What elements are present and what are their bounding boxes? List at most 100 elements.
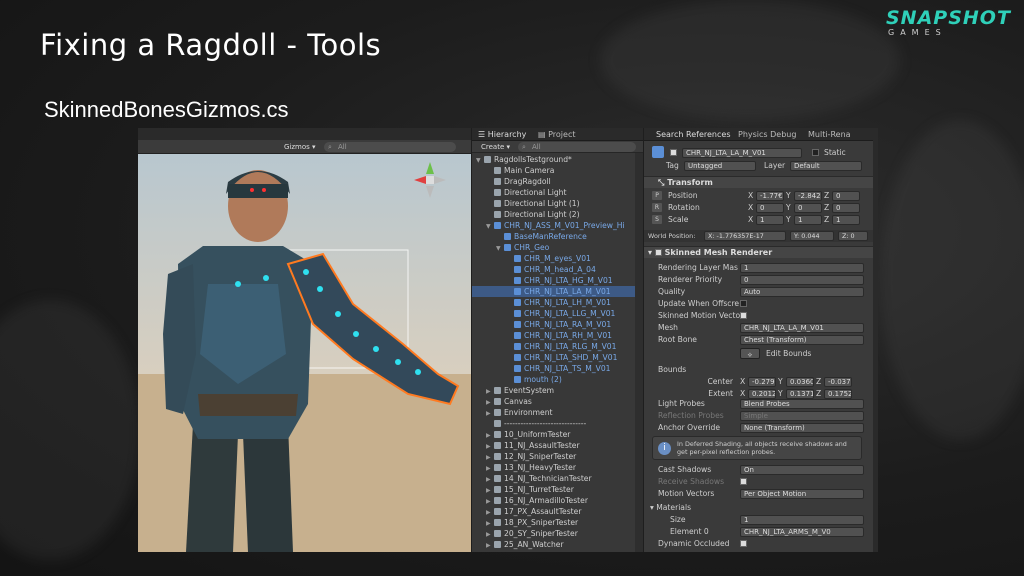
chevron-down-icon[interactable]: ▼ (486, 221, 494, 231)
hierarchy-item[interactable]: ▶ 20_SY_SniperTester (472, 528, 643, 539)
transform-position-y-field[interactable]: -2.842 (794, 191, 822, 201)
position-reset-icon[interactable]: P (652, 191, 662, 200)
chevron-right-icon[interactable]: ▶ (486, 485, 494, 495)
chevron-down-icon[interactable]: ▼ (476, 155, 484, 165)
hierarchy-item[interactable]: ▶ 12_NJ_SniperTester (472, 451, 643, 462)
chevron-down-icon[interactable]: ▼ (496, 243, 504, 253)
bounds-center-x-field[interactable]: -0.2795 (748, 377, 776, 387)
hierarchy-item[interactable]: ▶ EventSystem (472, 385, 643, 396)
hierarchy-item[interactable]: CHR_NJ_LTA_TS_M_V01 (472, 363, 643, 374)
smr-update-when-offscre-checkbox[interactable] (740, 300, 747, 307)
selected-arm-mesh[interactable] (286, 252, 460, 406)
create-dropdown[interactable]: Create ▾ (481, 143, 510, 151)
hierarchy-item[interactable]: CHR_NJ_LTA_LH_M_V01 (472, 297, 643, 308)
smr-quality-field[interactable]: Auto (740, 287, 864, 297)
hierarchy-item[interactable]: CHR_NJ_LTA_HG_M_V01 (472, 275, 643, 286)
tab-multi-renderer[interactable]: Multi-Rena (804, 130, 851, 139)
tab-search-references[interactable]: Search References (652, 130, 730, 139)
scene-view[interactable]: Gizmos ▾ ⌕ All (138, 128, 471, 552)
chevron-right-icon[interactable]: ▶ (486, 518, 494, 528)
hierarchy-item[interactable]: CHR_NJ_LTA_LLG_M_V01 (472, 308, 643, 319)
chevron-right-icon[interactable]: ▶ (486, 452, 494, 462)
transform-rotation-x-field[interactable]: 0 (756, 203, 784, 213)
chevron-right-icon[interactable]: ▶ (486, 540, 494, 550)
chevron-right-icon[interactable]: ▶ (486, 463, 494, 473)
world-z-field[interactable]: Z: 0 (838, 231, 868, 241)
light-probes-field[interactable]: Blend Probes (740, 399, 864, 409)
hierarchy-item[interactable]: CHR_NJ_LTA_RA_M_V01 (472, 319, 643, 330)
hierarchy-item[interactable]: ------------------------------ (472, 418, 643, 429)
dynamic-occluded-checkbox[interactable] (740, 540, 747, 547)
hierarchy-item[interactable]: CHR_M_head_A_04 (472, 264, 643, 275)
chevron-right-icon[interactable]: ▶ (486, 474, 494, 484)
hierarchy-item[interactable]: CHR_NJ_LTA_RLG_M_V01 (472, 341, 643, 352)
transform-rotation-z-field[interactable]: 0 (832, 203, 860, 213)
chevron-right-icon[interactable]: ▶ (486, 386, 494, 396)
transform-scale-y-field[interactable]: 1 (794, 215, 822, 225)
hierarchy-item[interactable]: ▶ 18_PX_SniperTester (472, 517, 643, 528)
hierarchy-item[interactable]: Directional Light (472, 187, 643, 198)
hierarchy-scrollbar[interactable] (635, 153, 643, 552)
hierarchy-item[interactable]: ▶ Canvas (472, 396, 643, 407)
chevron-right-icon[interactable]: ▶ (486, 430, 494, 440)
hierarchy-item[interactable]: Main Camera (472, 165, 643, 176)
cast-shadows-field[interactable]: On (740, 465, 864, 475)
object-active-checkbox[interactable] (670, 149, 677, 156)
scale-reset-icon[interactable]: S (652, 215, 662, 224)
materials-element-0-field[interactable]: CHR_NJ_LTA_ARMS_M_V0 (740, 527, 864, 537)
smr-renderer-priority-field[interactable]: 0 (740, 275, 864, 285)
transform-position-z-field[interactable]: 0 (832, 191, 860, 201)
gizmos-dropdown[interactable]: Gizmos ▾ (284, 143, 316, 151)
receive-shadows-checkbox[interactable] (740, 478, 747, 485)
chevron-right-icon[interactable]: ▶ (486, 529, 494, 539)
hierarchy-item[interactable]: ▶ 16_NJ_ArmadilloTester (472, 495, 643, 506)
rotation-reset-icon[interactable]: R (652, 203, 662, 212)
anchor-override-field[interactable]: None (Transform) (740, 423, 864, 433)
renderer-enabled-checkbox[interactable] (654, 249, 662, 256)
chevron-right-icon[interactable]: ▶ (486, 496, 494, 506)
hierarchy-item[interactable]: BaseManReference (472, 231, 643, 242)
materials-size-field[interactable]: 1 (740, 515, 864, 525)
hierarchy-item[interactable]: ▶ 17_PX_AssaultTester (472, 506, 643, 517)
hierarchy-item[interactable]: ▶ 11_NJ_AssaultTester (472, 440, 643, 451)
hierarchy-item[interactable]: ▶ 15_NJ_TurretTester (472, 484, 643, 495)
smr-root-bone-field[interactable]: Chest (Transform) (740, 335, 864, 345)
chevron-right-icon[interactable]: ▶ (486, 507, 494, 517)
bounds-center-y-field[interactable]: 0.0360 (786, 377, 814, 387)
scene-orientation-gizmo[interactable] (408, 158, 452, 208)
hierarchy-item[interactable]: CHR_NJ_LTA_LA_M_V01 (472, 286, 643, 297)
smr-skinned-motion-vecto-checkbox[interactable] (740, 312, 747, 319)
hierarchy-item[interactable]: ▼ CHR_NJ_ASS_M_V01_Preview_Hi (472, 220, 643, 231)
chevron-right-icon[interactable]: ▶ (486, 408, 494, 418)
bounds-center-z-field[interactable]: -0.037( (824, 377, 852, 387)
hierarchy-item[interactable]: Directional Light (2) (472, 209, 643, 220)
transform-header[interactable]: ⤡ Transform (644, 176, 873, 188)
scene-search-input[interactable]: ⌕ All (324, 142, 456, 152)
transform-scale-x-field[interactable]: 1 (756, 215, 784, 225)
world-y-field[interactable]: Y: 0.044 (790, 231, 834, 241)
hierarchy-search-input[interactable]: ⌕ All (518, 142, 636, 152)
tab-hierarchy[interactable]: ☰ Hierarchy (474, 130, 526, 139)
hierarchy-item[interactable]: ▶ 10_UniformTester (472, 429, 643, 440)
hierarchy-item[interactable]: DragRagdoll (472, 176, 643, 187)
hierarchy-item[interactable]: ▶ Environment (472, 407, 643, 418)
static-checkbox[interactable] (812, 149, 819, 156)
edit-bounds-button[interactable]: ⟡ (740, 348, 760, 359)
transform-rotation-y-field[interactable]: 0 (794, 203, 822, 213)
hierarchy-item[interactable]: ▶ 25_AN_Watcher (472, 539, 643, 550)
reflection-probes-field[interactable]: Simple (740, 411, 864, 421)
object-name-field[interactable]: CHR_NJ_LTA_LA_M_V01 (682, 148, 802, 158)
transform-position-x-field[interactable]: -1.77€ (756, 191, 784, 201)
hierarchy-item[interactable]: CHR_NJ_LTA_RH_M_V01 (472, 330, 643, 341)
hierarchy-item[interactable]: CHR_M_eyes_V01 (472, 253, 643, 264)
hierarchy-item[interactable]: ▼ CHR_Geo (472, 242, 643, 253)
transform-scale-z-field[interactable]: 1 (832, 215, 860, 225)
inspector-scrollbar[interactable] (873, 128, 878, 552)
hierarchy-item[interactable]: ▼ RagdollsTestground* (472, 154, 643, 165)
hierarchy-item[interactable]: ▶ 13_NJ_HeavyTester (472, 462, 643, 473)
character-model[interactable] (138, 154, 471, 552)
tag-dropdown[interactable]: Untagged (684, 161, 756, 171)
tab-project[interactable]: ▤ Project (534, 130, 575, 139)
smr-rendering-layer-mas-field[interactable]: 1 (740, 263, 864, 273)
hierarchy-item[interactable]: CHR_NJ_LTA_SHD_M_V01 (472, 352, 643, 363)
